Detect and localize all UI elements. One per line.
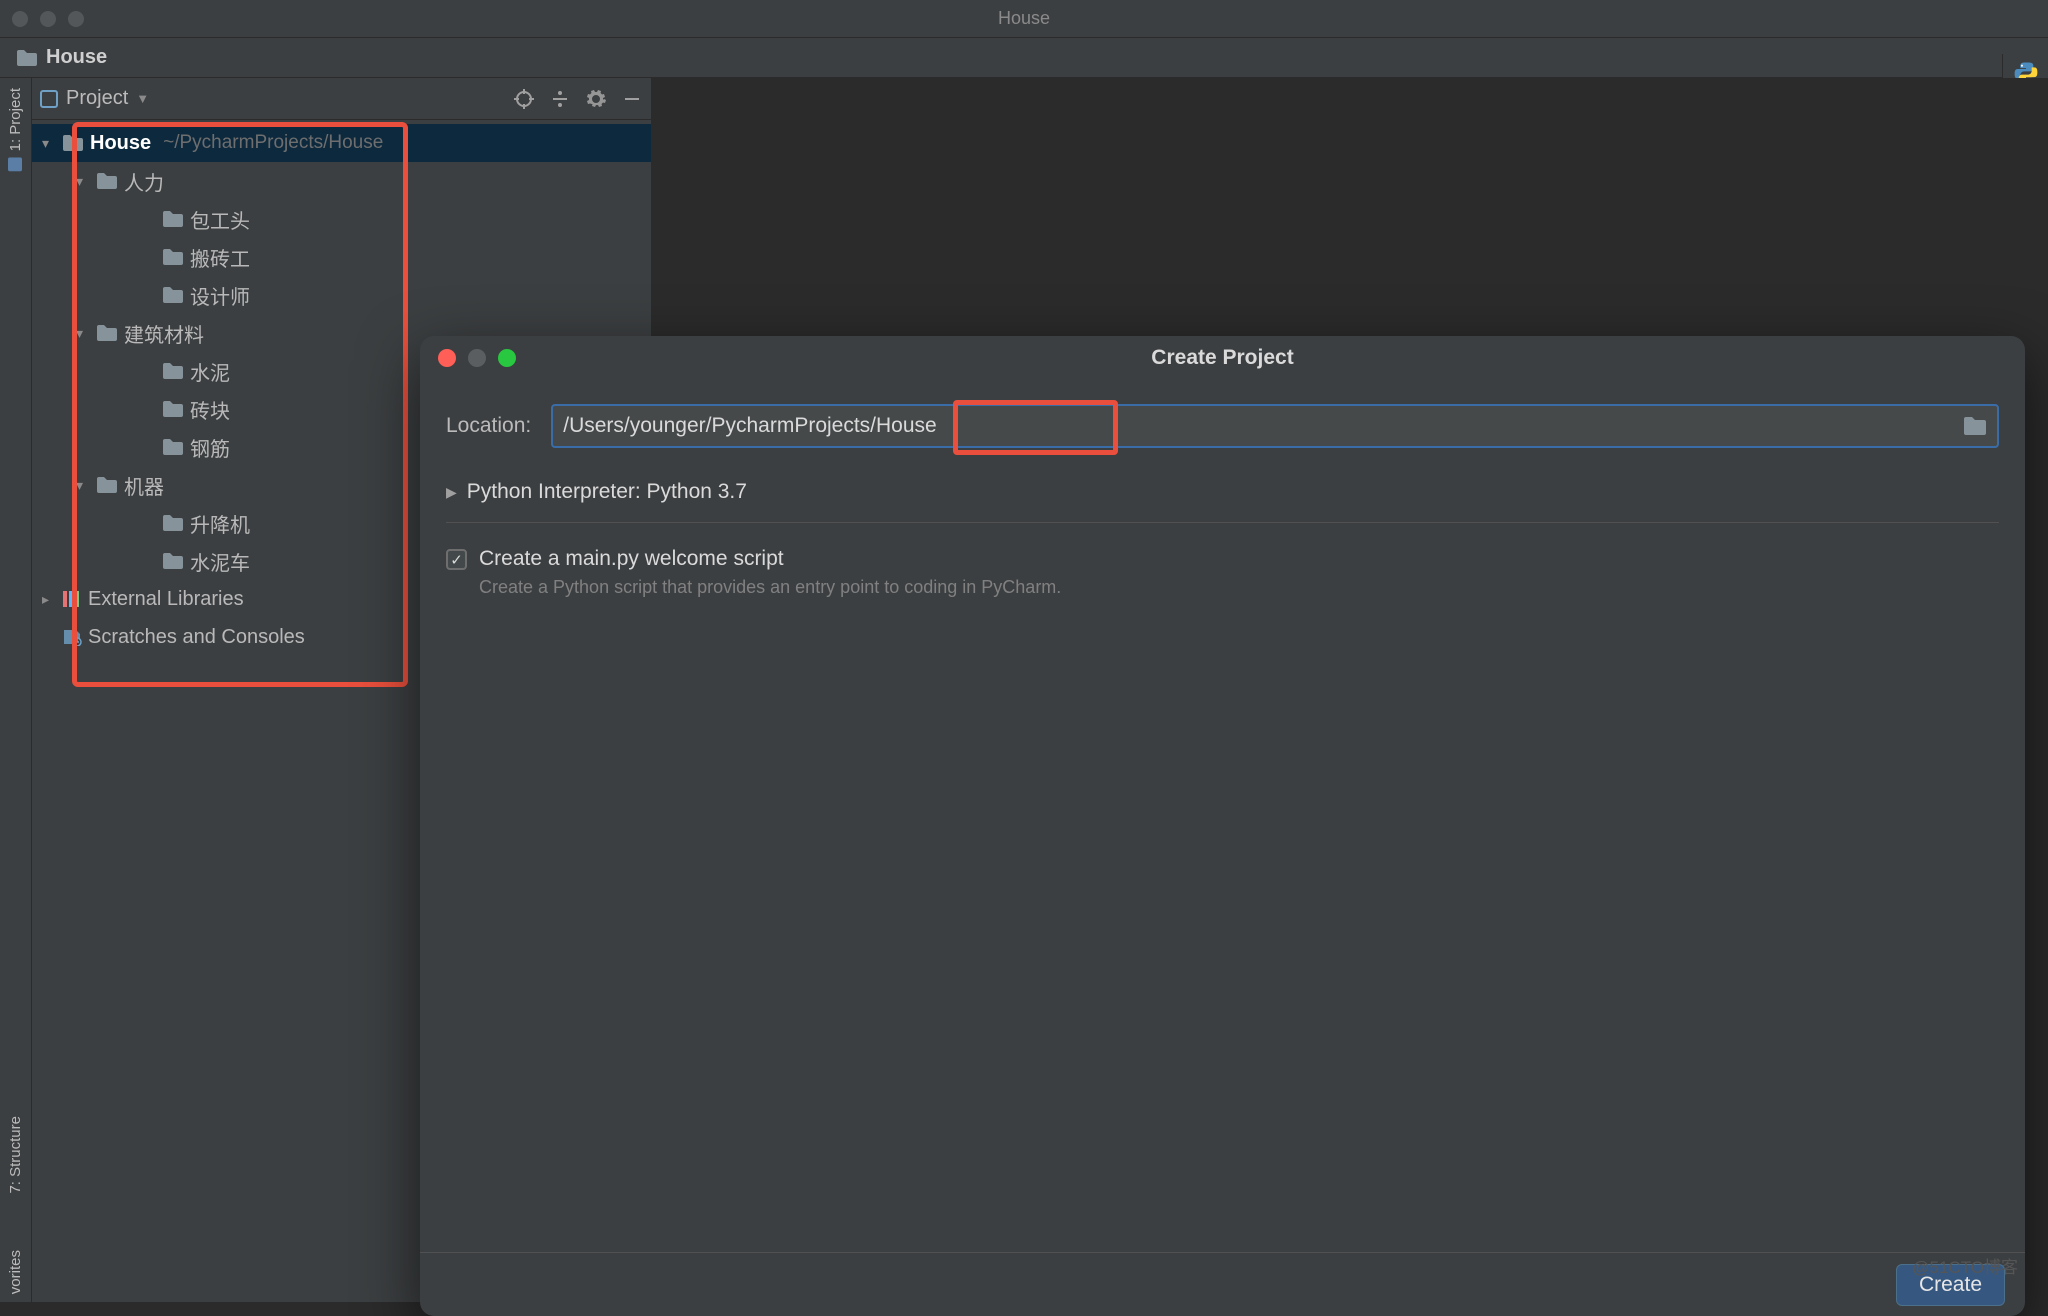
libraries-icon — [62, 590, 82, 608]
tree-folder[interactable]: 包工头 — [32, 200, 651, 238]
close-dot[interactable] — [12, 11, 28, 27]
tree-root-path: ~/PycharmProjects/House — [163, 132, 383, 154]
tab-project[interactable]: 1: Project — [5, 80, 26, 179]
window-titlebar: House — [0, 0, 2048, 38]
folder-icon — [16, 49, 38, 67]
traffic-lights[interactable] — [12, 11, 84, 27]
folder-icon — [96, 172, 118, 190]
chevron-right-icon[interactable]: ▶ — [446, 484, 457, 501]
folder-icon — [62, 134, 84, 152]
tree-root-name: House — [90, 132, 151, 155]
create-script-description: Create a Python script that provides an … — [479, 577, 1999, 598]
folder-icon — [162, 362, 184, 380]
create-project-dialog: Create Project Location: ▶ Python Interp… — [420, 336, 2025, 1316]
dialog-traffic-lights[interactable] — [438, 349, 516, 367]
folder-icon — [162, 210, 184, 228]
minimize-icon[interactable] — [621, 88, 643, 110]
tree-folder[interactable]: 搬砖工 — [32, 238, 651, 276]
tree-folder[interactable]: 设计师 — [32, 276, 651, 314]
tab-structure[interactable]: 7: Structure — [5, 1108, 26, 1202]
chevron-down-icon[interactable]: ▾ — [76, 325, 90, 342]
breadcrumb-project[interactable]: House — [46, 46, 107, 69]
browse-folder-icon[interactable] — [1963, 416, 1987, 436]
interpreter-label: Python Interpreter: Python 3.7 — [467, 480, 747, 504]
dialog-title: Create Project — [1151, 346, 1293, 370]
minimize-dot[interactable] — [40, 11, 56, 27]
tree-folder[interactable]: ▾ 人力 — [32, 162, 651, 200]
folder-icon — [162, 248, 184, 266]
window-title: House — [998, 8, 1050, 29]
scratches-icon — [62, 628, 82, 646]
create-script-checkbox[interactable]: ✓ — [446, 549, 467, 570]
project-view-icon — [40, 90, 58, 108]
chevron-down-icon[interactable]: ▼ — [136, 91, 149, 106]
project-panel-header: Project ▼ — [32, 78, 651, 120]
breadcrumb-bar: House — [0, 38, 2048, 78]
folder-icon — [162, 286, 184, 304]
left-tool-tabs: 1: Project 7: Structure vorites — [0, 78, 32, 1302]
create-script-label: Create a main.py welcome script — [479, 547, 784, 571]
zoom-dot[interactable] — [68, 11, 84, 27]
dialog-titlebar: Create Project — [420, 336, 2025, 380]
project-panel-toolbar — [513, 88, 643, 110]
target-icon[interactable] — [513, 88, 535, 110]
folder-icon — [162, 552, 184, 570]
project-panel-title[interactable]: Project — [66, 87, 128, 110]
folder-icon — [96, 476, 118, 494]
zoom-icon[interactable] — [498, 349, 516, 367]
folder-icon — [162, 400, 184, 418]
location-field-wrap[interactable] — [551, 404, 1999, 448]
folder-icon — [96, 324, 118, 342]
tree-root[interactable]: ▾ House ~/PycharmProjects/House — [32, 124, 651, 162]
chevron-down-icon[interactable]: ▾ — [76, 173, 90, 190]
watermark: @51CTO博客 — [1912, 1253, 2018, 1278]
interpreter-row[interactable]: ▶ Python Interpreter: Python 3.7 — [446, 480, 1999, 523]
chevron-down-icon[interactable]: ▾ — [76, 477, 90, 494]
divide-icon[interactable] — [549, 88, 571, 110]
chevron-down-icon[interactable]: ▾ — [42, 135, 56, 152]
location-label: Location: — [446, 414, 531, 438]
tab-favorites[interactable]: vorites — [5, 1242, 26, 1302]
folder-icon — [162, 514, 184, 532]
minimize-icon[interactable] — [468, 349, 486, 367]
location-input[interactable] — [563, 414, 1953, 438]
chevron-right-icon[interactable]: ▸ — [42, 591, 56, 608]
folder-icon — [162, 438, 184, 456]
close-icon[interactable] — [438, 349, 456, 367]
gear-icon[interactable] — [585, 88, 607, 110]
